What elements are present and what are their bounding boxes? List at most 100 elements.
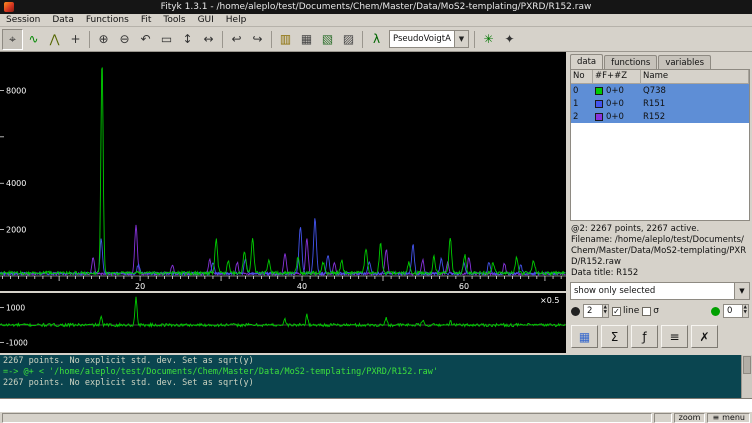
zoom-status-label: zoom xyxy=(679,413,701,422)
toolbar-separator xyxy=(222,31,223,48)
console-line: =-> @+ < '/home/aleplo/test/Documents/Ch… xyxy=(3,367,749,378)
export-image-button[interactable]: ▧ xyxy=(317,29,338,50)
svg-text:4000: 4000 xyxy=(6,179,26,188)
tab-functions[interactable]: functions xyxy=(604,55,657,69)
sigma-checkbox[interactable]: σ xyxy=(642,306,659,316)
scrollbar-thumb[interactable] xyxy=(743,356,751,374)
auxiliary-plot[interactable]: 1000-1000×0.5 xyxy=(0,293,566,353)
toolbar-separator xyxy=(271,31,272,48)
menu-functions[interactable]: Functions xyxy=(80,14,135,26)
zoom-status-button[interactable]: zoom xyxy=(674,413,706,423)
window-title: Fityk 1.3.1 - /home/aleplo/test/Document… xyxy=(161,2,592,12)
add-function-button[interactable]: λ xyxy=(366,29,387,50)
filter-dropdown-value: show only selected xyxy=(571,286,734,296)
app-icon xyxy=(4,2,14,12)
spinner-arrows-icon[interactable]: ▲▼ xyxy=(602,305,608,317)
console-line: 2267 points. No explicit std. dev. Set a… xyxy=(3,378,749,389)
data-row-R151[interactable]: 10+0R151 xyxy=(571,97,749,110)
tab-variables[interactable]: variables xyxy=(658,55,711,69)
checkbox-box-icon: ✓ xyxy=(612,307,621,316)
open-file-button[interactable]: ▥ xyxy=(275,29,296,50)
command-input[interactable] xyxy=(0,398,752,411)
sigma-checkbox-label: σ xyxy=(653,306,659,316)
info-line: @2: 2267 points, 2267 active. xyxy=(571,224,749,235)
row-number: 1 xyxy=(571,97,593,110)
zoom-all-button[interactable]: ▭ xyxy=(156,29,177,50)
display-controls: 2 ▲▼ ✓ line σ 0 ▲▼ xyxy=(571,302,749,320)
svg-text:20: 20 xyxy=(135,282,145,291)
svg-text:-1000: -1000 xyxy=(6,338,28,347)
run-fit-button[interactable]: ✦ xyxy=(499,29,520,50)
delete-button[interactable]: ✗ xyxy=(691,325,718,348)
zoom-out-button[interactable]: ⊖ xyxy=(114,29,135,50)
fityk-window: Fityk 1.3.1 - /home/aleplo/test/Document… xyxy=(0,0,752,423)
column-header: Name xyxy=(641,70,749,83)
menu-help[interactable]: Help xyxy=(220,14,253,26)
title-bar: Fityk 1.3.1 - /home/aleplo/test/Document… xyxy=(0,0,752,14)
filter-dropdown[interactable]: show only selected ▼ xyxy=(570,282,750,300)
data-list-header: No#F+#ZName xyxy=(571,70,749,84)
main-plot[interactable]: 204060200040008000 xyxy=(0,52,566,291)
status-coords xyxy=(654,413,672,423)
chevron-down-icon: ▼ xyxy=(454,31,468,47)
sigma-size-spinner[interactable]: 0 ▲▼ xyxy=(723,304,749,318)
menu-tools[interactable]: Tools xyxy=(157,14,191,26)
save-session-button[interactable]: ▦ xyxy=(296,29,317,50)
svg-text:8000: 8000 xyxy=(6,86,26,95)
sigma-size-value: 0 xyxy=(724,306,742,316)
row-number: 0 xyxy=(571,84,593,97)
point-size-icon xyxy=(571,307,580,316)
color-swatch xyxy=(595,100,603,108)
svg-text:1000: 1000 xyxy=(6,304,25,313)
menu-session[interactable]: Session xyxy=(0,14,46,26)
vertical-zoom-button[interactable]: ↕ xyxy=(177,29,198,50)
menu-data[interactable]: Data xyxy=(46,14,80,26)
zoom-in-button[interactable]: ⊕ xyxy=(93,29,114,50)
previous-zoom-button[interactable]: ↶ xyxy=(135,29,156,50)
point-size-value: 2 xyxy=(584,306,602,316)
plot-style-button[interactable]: ▦ xyxy=(571,325,598,348)
hamburger-icon: ≡ xyxy=(712,413,719,422)
status-menu-button[interactable]: ≡menu xyxy=(707,413,750,423)
spinner-arrows-icon[interactable]: ▲▼ xyxy=(742,305,748,317)
row-number: 2 xyxy=(571,110,593,123)
undo-button[interactable]: ↩ xyxy=(226,29,247,50)
function-button[interactable]: ƒ xyxy=(631,325,658,348)
activate-data-mode-button[interactable]: + xyxy=(65,29,86,50)
formula-button[interactable]: ≡ xyxy=(661,325,688,348)
row-functions: 0+0 xyxy=(593,110,641,123)
sum-button[interactable]: Σ xyxy=(601,325,628,348)
point-size-spinner[interactable]: 2 ▲▼ xyxy=(583,304,609,318)
add-peak-mode-button[interactable]: ∿ xyxy=(23,29,44,50)
row-functions: 0+0 xyxy=(593,97,641,110)
row-functions: 0+0 xyxy=(593,84,641,97)
status-message xyxy=(2,413,652,423)
info-line: Filename: /home/aleplo/test/Documents/Ch… xyxy=(571,235,749,268)
data-row-R152[interactable]: 20+0R152 xyxy=(571,110,749,123)
horizontal-zoom-button[interactable]: ↔ xyxy=(198,29,219,50)
line-checkbox-label: line xyxy=(623,306,639,316)
chevron-down-icon[interactable]: ▼ xyxy=(734,283,749,299)
function-type-dropdown[interactable]: PseudoVoigtA▼ xyxy=(389,30,469,48)
redo-button[interactable]: ↪ xyxy=(247,29,268,50)
menu-fit[interactable]: Fit xyxy=(135,14,158,26)
menu-gui[interactable]: GUI xyxy=(192,14,220,26)
zoom-mode-button[interactable]: ⌖ xyxy=(2,29,23,50)
data-row-Q738[interactable]: 00+0Q738 xyxy=(571,84,749,97)
column-header: #F+#Z xyxy=(593,70,641,83)
tab-data[interactable]: data xyxy=(570,54,603,69)
info-line: Data title: R152 xyxy=(571,268,749,279)
svg-text:40: 40 xyxy=(297,282,307,291)
sidebar-tabs: datafunctionsvariables xyxy=(568,52,752,69)
toolbar-separator xyxy=(362,31,363,48)
output-console: 2267 points. No explicit std. dev. Set a… xyxy=(0,353,752,398)
toolbar-separator xyxy=(474,31,475,48)
add-point-mode-button[interactable]: ⋀ xyxy=(44,29,65,50)
fz-count: 0+0 xyxy=(606,99,624,109)
line-checkbox[interactable]: ✓ line xyxy=(612,306,639,316)
script-editor-button[interactable]: ▨ xyxy=(338,29,359,50)
color-swatch xyxy=(595,113,603,121)
fz-count: 0+0 xyxy=(606,86,624,96)
console-scrollbar[interactable] xyxy=(741,355,752,398)
auto-add-peak-button[interactable]: ✳ xyxy=(478,29,499,50)
